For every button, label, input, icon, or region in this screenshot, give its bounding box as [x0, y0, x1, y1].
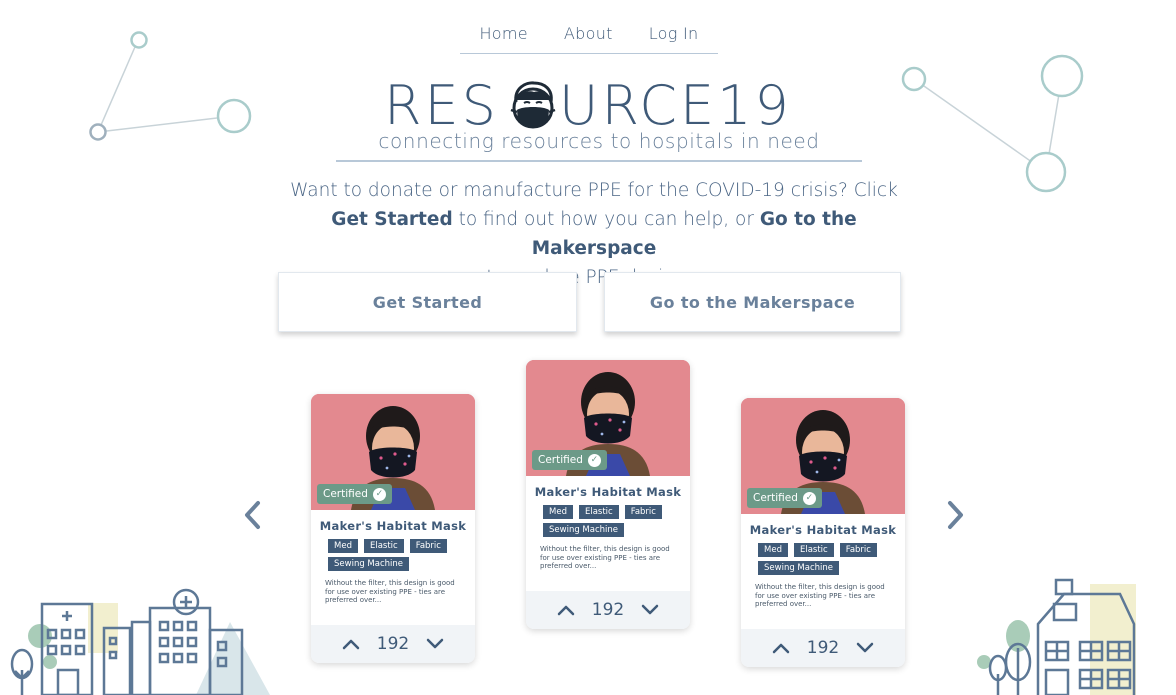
tagline-divider	[336, 160, 862, 162]
nav-home-link[interactable]: Home	[479, 24, 527, 53]
top-nav: Home About Log In	[460, 24, 718, 54]
card-description: Without the filter, this design is good …	[755, 583, 885, 608]
downvote-icon[interactable]	[640, 604, 660, 616]
vote-count: 192	[806, 638, 840, 658]
tag-sewing-machine: Sewing Machine	[328, 557, 410, 571]
hospital-buildings-illustration	[10, 588, 270, 695]
houses-illustration	[977, 578, 1136, 695]
upvote-icon[interactable]	[771, 642, 791, 654]
tag-sewing-machine: Sewing Machine	[543, 523, 625, 537]
check-icon: ✓	[802, 491, 816, 505]
card-description: Without the filter, this design is good …	[325, 579, 455, 604]
design-card[interactable]: Certified ✓ Maker's Habitat Mask Med Ela…	[741, 398, 905, 667]
card-title: Maker's Habitat Mask	[749, 523, 897, 537]
nav-about-link[interactable]: About	[564, 24, 613, 53]
tag-med: Med	[758, 543, 788, 557]
card-tags: Med Elastic Fabric Sewing Machine	[526, 499, 690, 537]
masked-face-icon	[510, 81, 556, 129]
card-vote-bar: 192	[526, 591, 690, 629]
upvote-icon[interactable]	[341, 638, 361, 650]
card-photo: Certified ✓	[311, 394, 475, 510]
downvote-icon[interactable]	[425, 638, 445, 650]
molecule-decoration-left	[89, 31, 252, 141]
card-photo: Certified ✓	[526, 360, 690, 476]
design-card[interactable]: Certified ✓ Maker's Habitat Mask Med Ela…	[311, 394, 475, 663]
get-started-button[interactable]: Get Started	[278, 272, 577, 332]
certified-badge: Certified ✓	[747, 488, 822, 508]
upvote-icon[interactable]	[556, 604, 576, 616]
card-title: Maker's Habitat Mask	[319, 519, 467, 533]
card-description: Without the filter, this design is good …	[540, 545, 670, 570]
tag-elastic: Elastic	[578, 505, 619, 519]
logo-tagline: connecting resources to hospitals in nee…	[378, 129, 820, 153]
nav-login-link[interactable]: Log In	[649, 24, 699, 53]
carousel-prev-icon[interactable]	[242, 500, 264, 530]
tag-fabric: Fabric	[839, 543, 877, 557]
tag-med: Med	[328, 539, 358, 553]
check-icon: ✓	[372, 487, 386, 501]
tag-fabric: Fabric	[409, 539, 447, 553]
card-photo: Certified ✓	[741, 398, 905, 514]
check-icon: ✓	[587, 453, 601, 467]
tag-elastic: Elastic	[363, 539, 404, 553]
tag-elastic: Elastic	[793, 543, 834, 557]
tag-sewing-machine: Sewing Machine	[758, 561, 840, 575]
certified-label: Certified	[323, 488, 368, 500]
intro-get-started-emphasis: Get Started	[331, 209, 453, 230]
vote-count: 192	[591, 600, 625, 620]
vote-count: 192	[376, 634, 410, 654]
intro-part-1: Want to donate or manufacture PPE for th…	[290, 180, 898, 201]
tag-med: Med	[543, 505, 573, 519]
design-card[interactable]: Certified ✓ Maker's Habitat Mask Med Ela…	[526, 360, 690, 629]
intro-part-2: to find out how you can help, or	[452, 209, 760, 230]
certified-label: Certified	[538, 454, 583, 466]
molecule-decoration-right	[901, 54, 1084, 193]
carousel-next-icon[interactable]	[944, 500, 966, 530]
makerspace-button[interactable]: Go to the Makerspace	[604, 272, 901, 332]
card-vote-bar: 192	[311, 625, 475, 663]
certified-badge: Certified ✓	[317, 484, 392, 504]
downvote-icon[interactable]	[855, 642, 875, 654]
card-vote-bar: 192	[741, 629, 905, 667]
certified-label: Certified	[753, 492, 798, 504]
tag-fabric: Fabric	[624, 505, 662, 519]
card-title: Maker's Habitat Mask	[534, 485, 682, 499]
card-tags: Med Elastic Fabric Sewing Machine	[311, 533, 475, 571]
card-tags: Med Elastic Fabric Sewing Machine	[741, 537, 905, 575]
certified-badge: Certified ✓	[532, 450, 607, 470]
